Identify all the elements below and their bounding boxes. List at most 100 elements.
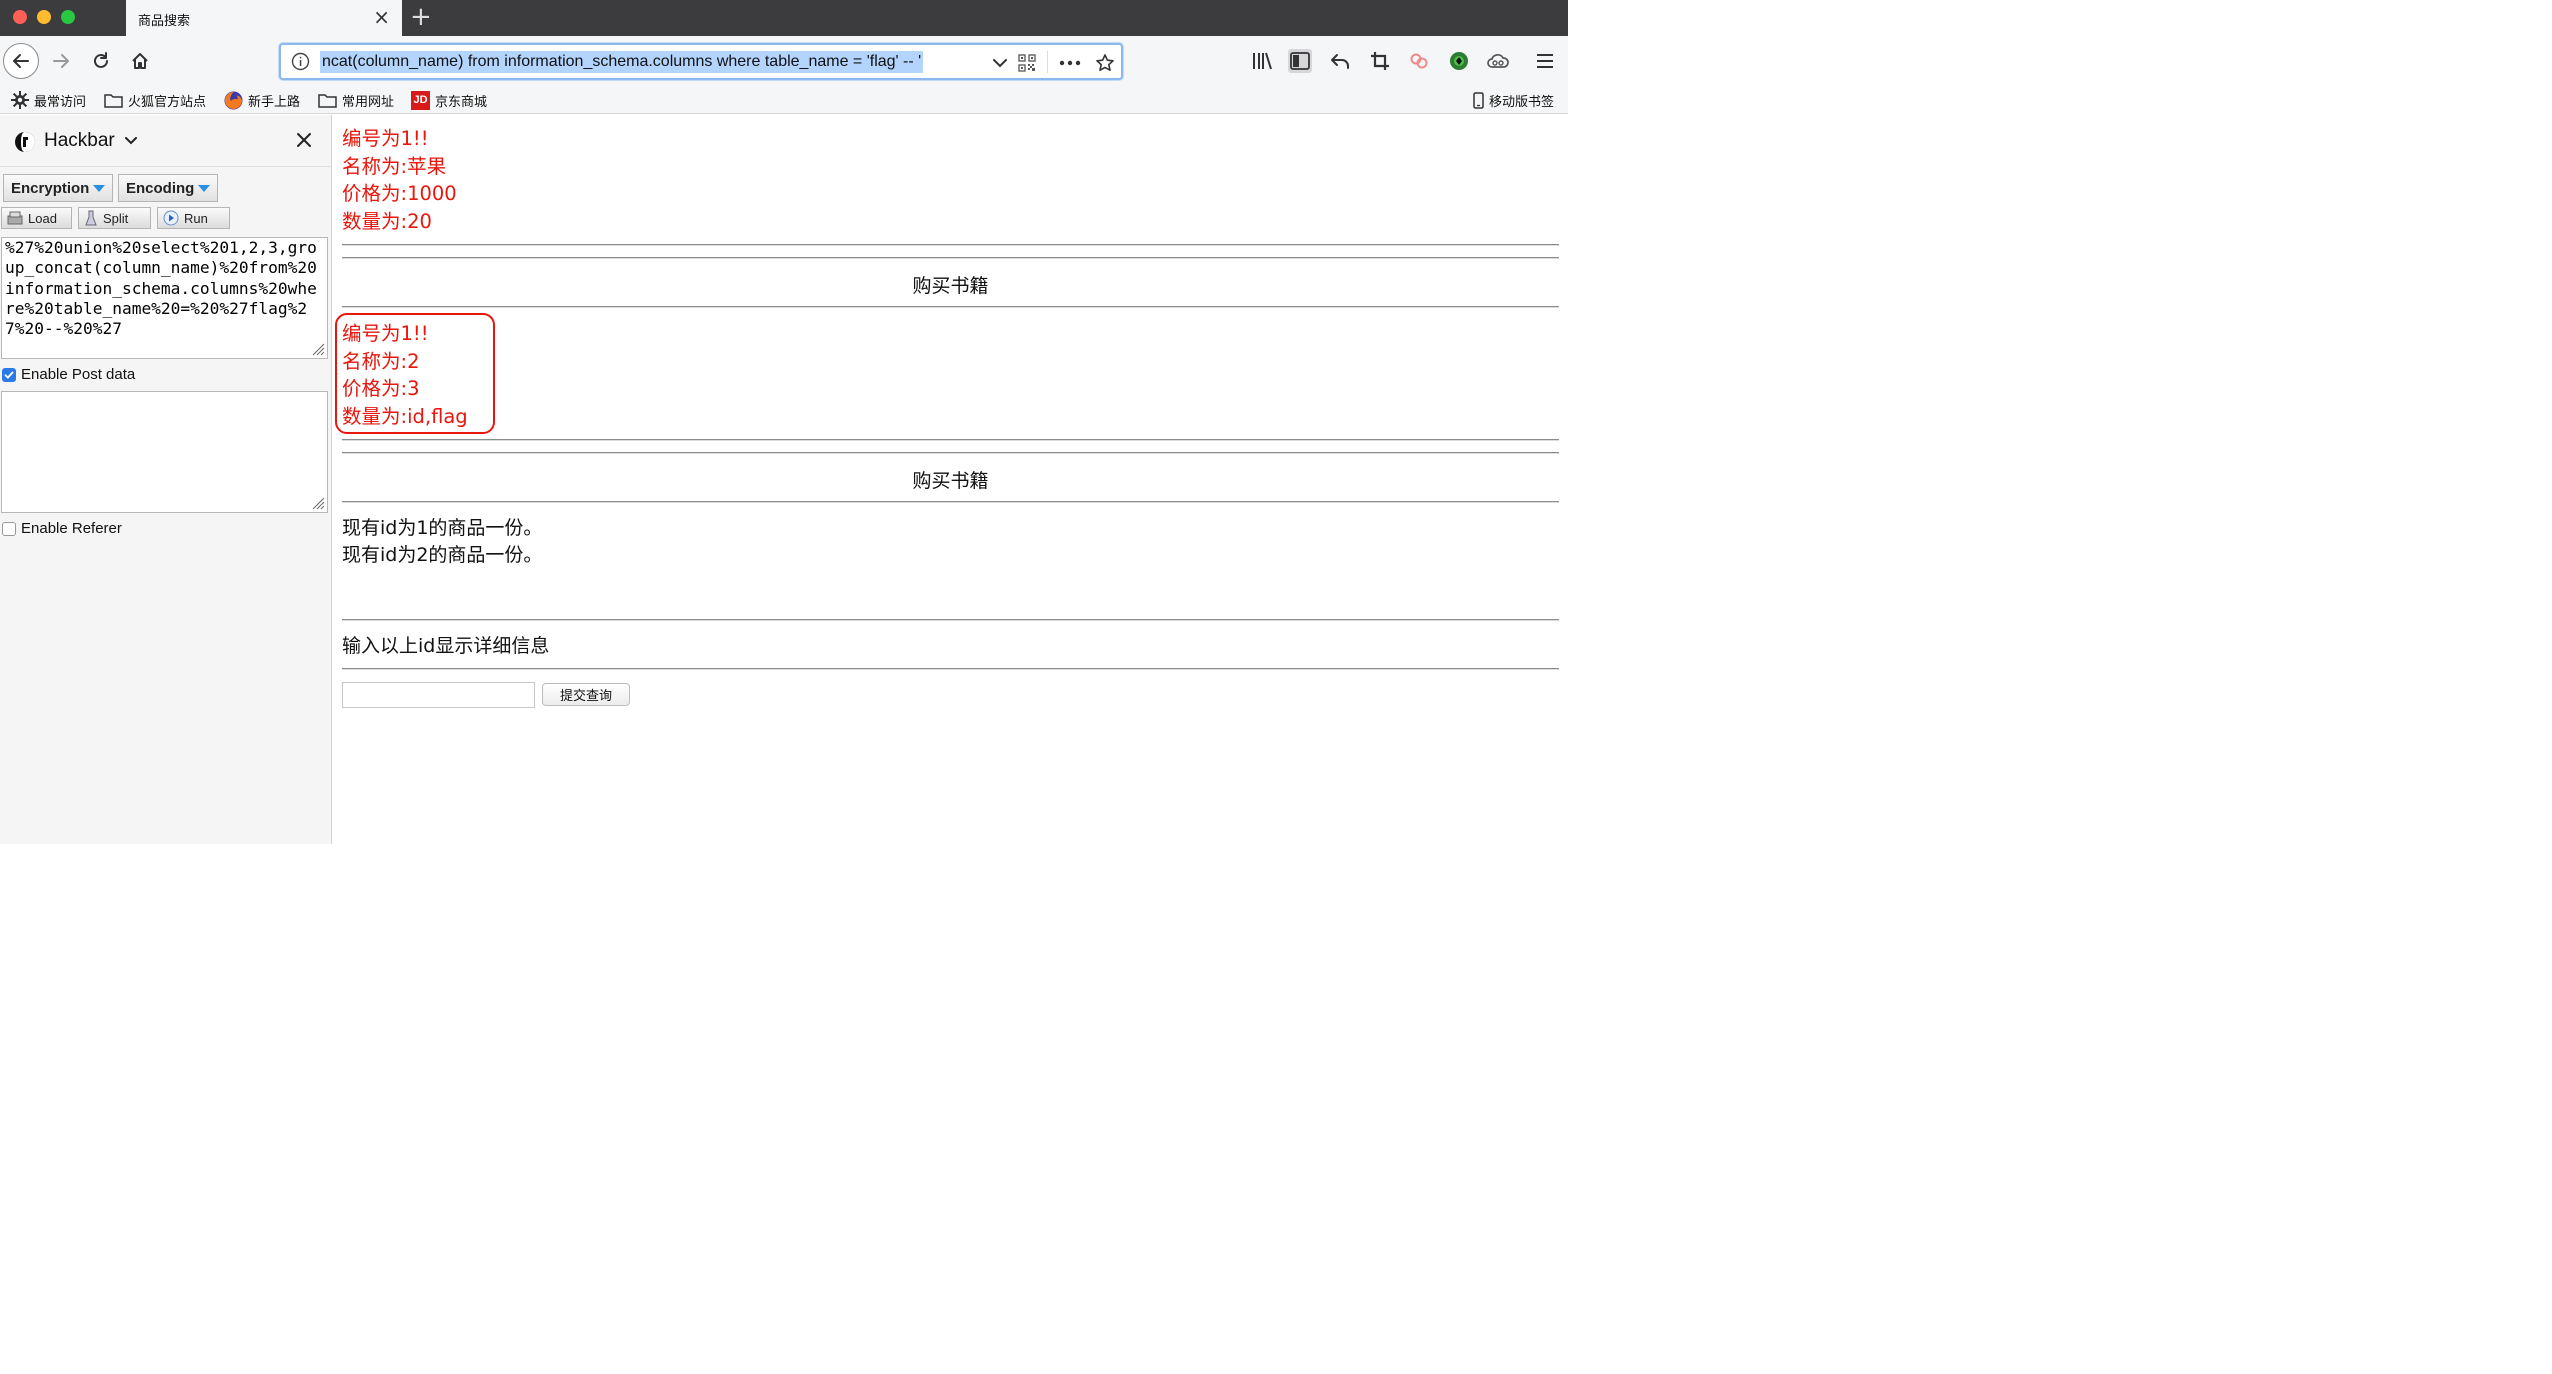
enable-post-label: Enable Post data: [21, 366, 136, 383]
id-prompt-text: 输入以上id显示详细信息: [342, 635, 550, 657]
back-button[interactable]: [3, 43, 39, 79]
url-bar-separator: [1047, 51, 1048, 73]
id-input[interactable]: [342, 682, 535, 708]
divider: [342, 306, 1559, 308]
info-icon[interactable]: [291, 52, 310, 71]
bookmark-mobile[interactable]: 移动版书签: [1473, 90, 1554, 110]
post-data-textarea[interactable]: [1, 391, 328, 513]
load-button[interactable]: Load: [1, 207, 72, 229]
product-price-line: 价格为:1000: [342, 182, 457, 205]
qr-code-icon[interactable]: [1016, 52, 1038, 74]
tab-active[interactable]: 商品搜索 ×: [126, 0, 402, 36]
bookmark-label: 最常访问: [34, 94, 87, 110]
divider: [342, 439, 1559, 441]
bookmark-common-sites[interactable]: 常用网址: [318, 90, 394, 110]
folder-icon: [318, 94, 337, 108]
tab-close-icon[interactable]: ×: [373, 6, 390, 28]
product-price-line: 价格为:3: [342, 377, 420, 400]
divider: [342, 501, 1559, 503]
extension-green-icon[interactable]: [1447, 49, 1471, 73]
triangle-down-icon: [198, 184, 211, 192]
bookmark-star-icon[interactable]: [1094, 52, 1116, 74]
resize-grip-icon[interactable]: [311, 342, 325, 356]
bookmark-label: 京东商城: [435, 94, 488, 110]
split-label: Split: [103, 210, 129, 226]
bookmark-label: 常用网址: [342, 94, 395, 110]
jd-icon: JD: [411, 90, 430, 110]
folder-icon: [104, 94, 123, 108]
stock-line: 现有id为1的商品一份。: [342, 517, 543, 539]
bookmark-jd-mall[interactable]: JD 京东商城: [411, 90, 487, 110]
product-qty-line: 数量为:20: [342, 210, 432, 233]
encoding-dropdown[interactable]: Encoding: [118, 174, 219, 202]
url-bar[interactable]: ncat(column_name) from information_schem…: [279, 43, 1123, 80]
url-text[interactable]: ncat(column_name) from information_schem…: [320, 51, 924, 73]
reload-button[interactable]: [83, 43, 119, 79]
divider: [342, 668, 1559, 670]
split-button[interactable]: Split: [78, 207, 151, 229]
bookmark-firefox-official[interactable]: 火狐官方站点: [104, 90, 206, 110]
query-text: %27%20union%20select%201,2,3,group_conca…: [5, 238, 317, 339]
more-actions-icon[interactable]: [1059, 52, 1081, 74]
run-label: Run: [184, 210, 208, 226]
pocket-link-icon[interactable]: [1407, 49, 1431, 73]
enable-post-checkbox[interactable]: Enable Post data: [2, 366, 135, 383]
gear-icon: [11, 91, 29, 109]
divider: [342, 244, 1559, 246]
close-icon[interactable]: [296, 132, 312, 148]
stock-line: 现有id为2的商品一份。: [342, 544, 543, 566]
triangle-down-icon: [93, 184, 106, 192]
bookmark-most-visited[interactable]: 最常访问: [11, 90, 86, 110]
encoding-label: Encoding: [126, 179, 195, 197]
load-icon: [7, 211, 23, 225]
run-button[interactable]: Run: [157, 207, 230, 229]
enable-referer-checkbox[interactable]: Enable Referer: [2, 520, 122, 537]
reload-icon: [94, 52, 108, 68]
forward-button[interactable]: [43, 43, 79, 79]
play-icon: [163, 210, 179, 226]
bookmark-label: 新手上路: [248, 94, 301, 110]
bookmark-getting-started[interactable]: 新手上路: [224, 90, 300, 110]
checkbox-checked-icon[interactable]: [2, 367, 16, 382]
hackbar-logo-icon: [15, 132, 35, 152]
new-tab-button[interactable]: +: [410, 2, 432, 32]
firefox-icon: [224, 91, 243, 109]
undo-arrow-icon[interactable]: [1328, 49, 1352, 73]
chevron-down-icon[interactable]: [989, 52, 1011, 74]
encryption-dropdown[interactable]: Encryption: [3, 174, 114, 202]
mobile-phone-icon: [1473, 91, 1484, 109]
arrow-left-icon: [13, 54, 29, 68]
page-content: 编号为1!! 名称为:苹果 价格为:1000 数量为:20 购买书籍 编号为1!…: [332, 115, 1568, 844]
window-close-button[interactable]: [13, 10, 27, 24]
submit-query-button[interactable]: 提交查询: [542, 683, 630, 706]
product-id-line: 编号为1!!: [342, 127, 429, 150]
sync-cloud-icon[interactable]: [1486, 49, 1510, 73]
product-qty-line: 数量为:id,flag: [342, 405, 468, 428]
checkbox-unchecked-icon[interactable]: [2, 521, 16, 536]
library-icon[interactable]: [1250, 49, 1274, 73]
bookmark-label: 移动版书签: [1488, 94, 1554, 110]
tab-title: 商品搜索: [138, 14, 191, 29]
bookmarks-toolbar: 最常访问 火狐官方站点 新手上路 常用网址 JD 京东商城 移动版书签: [0, 86, 1568, 114]
sidebar-header: Hackbar: [0, 115, 331, 167]
home-button[interactable]: [122, 43, 158, 79]
window-minimize-button[interactable]: [37, 10, 51, 24]
hamburger-menu-icon[interactable]: [1533, 49, 1557, 73]
query-textarea[interactable]: %27%20union%20select%201,2,3,group_conca…: [1, 237, 328, 359]
bookmark-label: 火狐官方站点: [128, 94, 207, 110]
divider: [342, 619, 1559, 621]
divider: [342, 257, 1559, 259]
navigation-toolbar: ncat(column_name) from information_schem…: [0, 36, 1568, 86]
resize-grip-icon[interactable]: [311, 496, 325, 510]
chevron-down-icon[interactable]: [125, 137, 137, 145]
title-bar: 商品搜索 × +: [0, 0, 1568, 36]
window-zoom-button[interactable]: [61, 10, 75, 24]
crop-screenshot-icon[interactable]: [1368, 49, 1392, 73]
buy-books-label: 购买书籍: [912, 275, 989, 297]
divider: [342, 452, 1559, 454]
home-icon: [132, 53, 148, 69]
buy-books-label: 购买书籍: [912, 470, 989, 492]
sidebar-title[interactable]: Hackbar: [44, 130, 115, 152]
product-name-line: 名称为:苹果: [342, 155, 447, 178]
sidebar-toggle-icon[interactable]: [1288, 49, 1312, 73]
